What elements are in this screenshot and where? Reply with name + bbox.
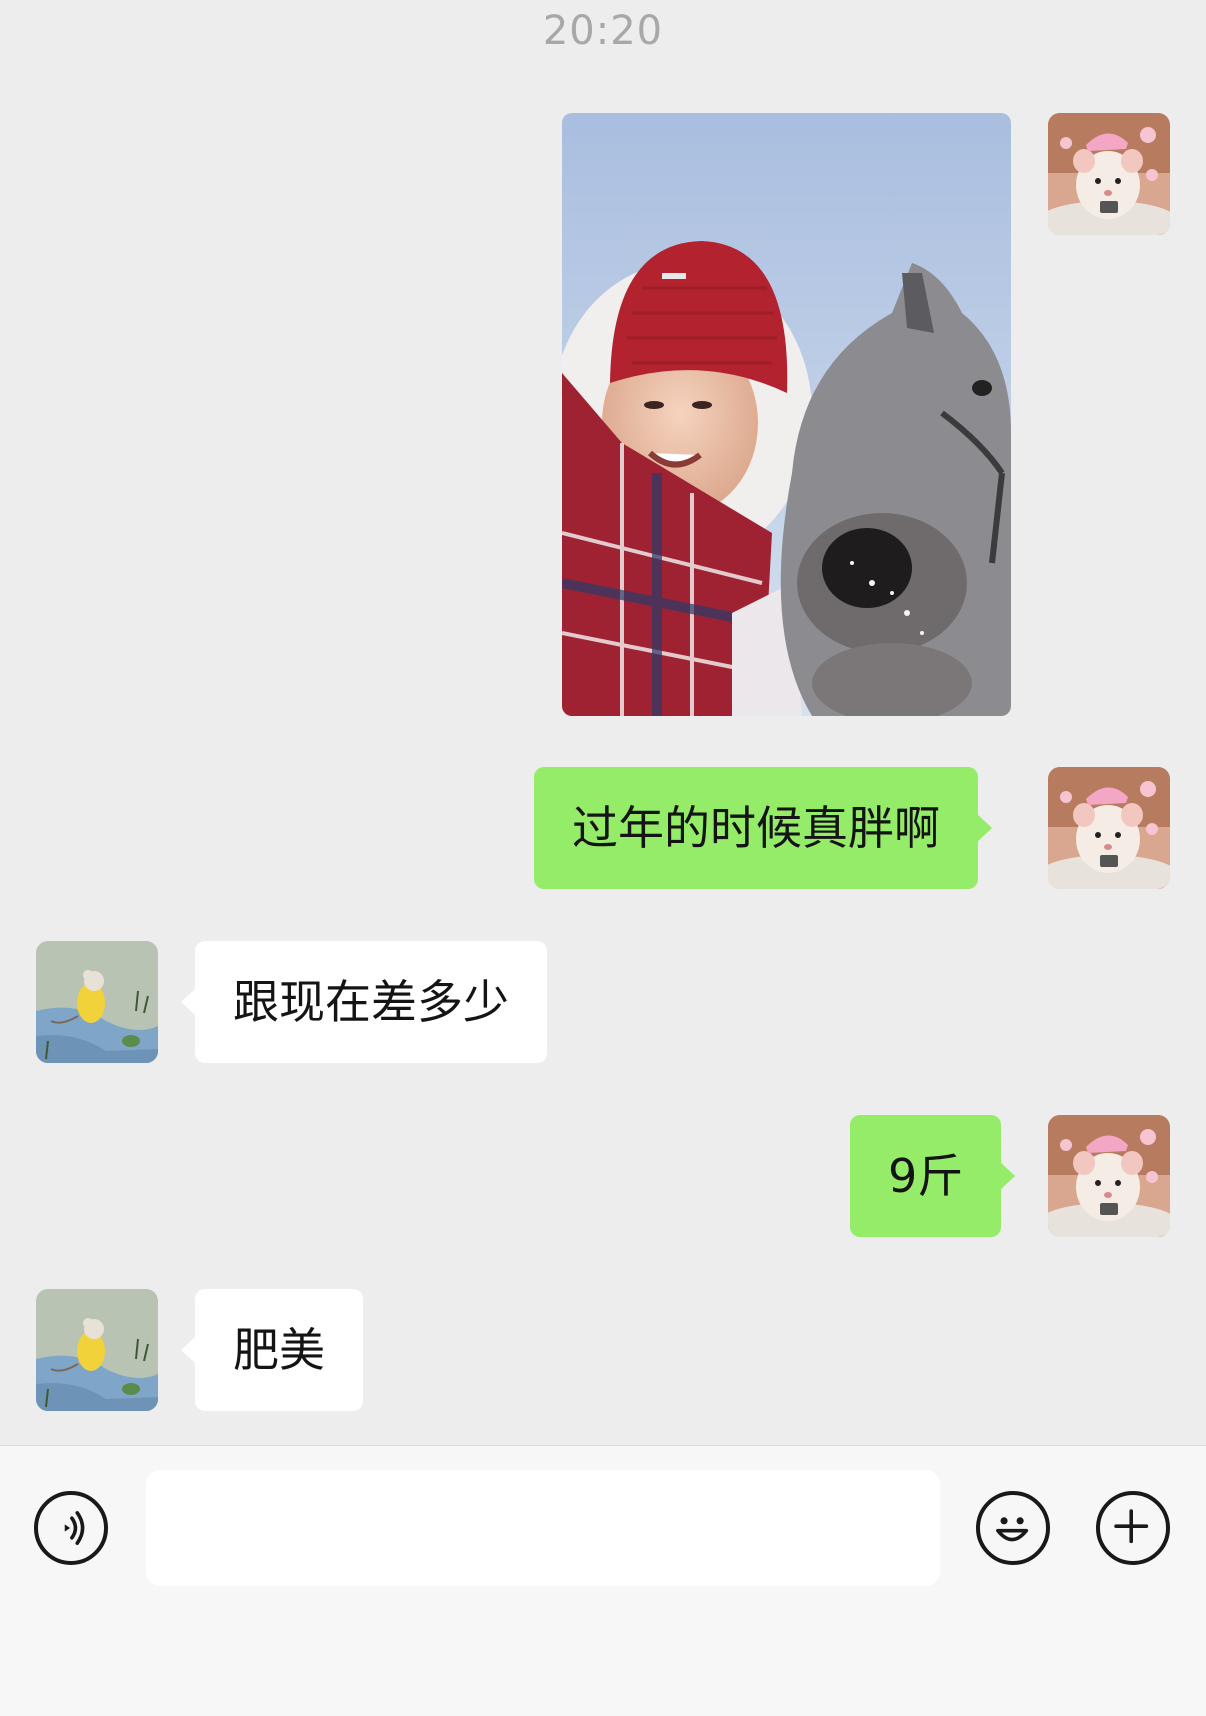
message-bubble-mine[interactable]: 过年的时候真胖啊 [534,767,992,889]
message-input[interactable] [146,1470,940,1586]
mouse-raincoat-avatar-icon [36,1289,158,1411]
rat-avatar-icon [1048,113,1170,235]
message-bubble-mine[interactable]: 9斤 [850,1115,1016,1237]
image-message[interactable] [562,113,1011,716]
voice-icon [64,1511,85,1545]
my-avatar[interactable] [1048,113,1170,235]
rat-avatar-icon [1048,767,1170,889]
contact-avatar[interactable] [36,941,158,1063]
my-avatar[interactable] [1048,767,1170,889]
message-bubble-theirs[interactable]: 肥美 [181,1289,363,1411]
emoji-button[interactable] [976,1491,1050,1565]
my-avatar[interactable] [1048,1115,1170,1237]
emoji-icon [996,1517,1029,1542]
input-bar [0,1445,1206,1716]
contact-avatar[interactable] [36,1289,158,1411]
message-bubble-theirs[interactable]: 跟现在差多少 [181,941,547,1063]
rat-avatar-icon [1048,1115,1170,1237]
mouse-raincoat-avatar-icon [36,941,158,1063]
plus-button[interactable] [1096,1491,1170,1565]
plus-icon [1114,1509,1149,1544]
photo-girl-horse [562,113,1011,716]
timestamp: 20:20 [542,8,664,54]
voice-button[interactable] [34,1491,108,1565]
